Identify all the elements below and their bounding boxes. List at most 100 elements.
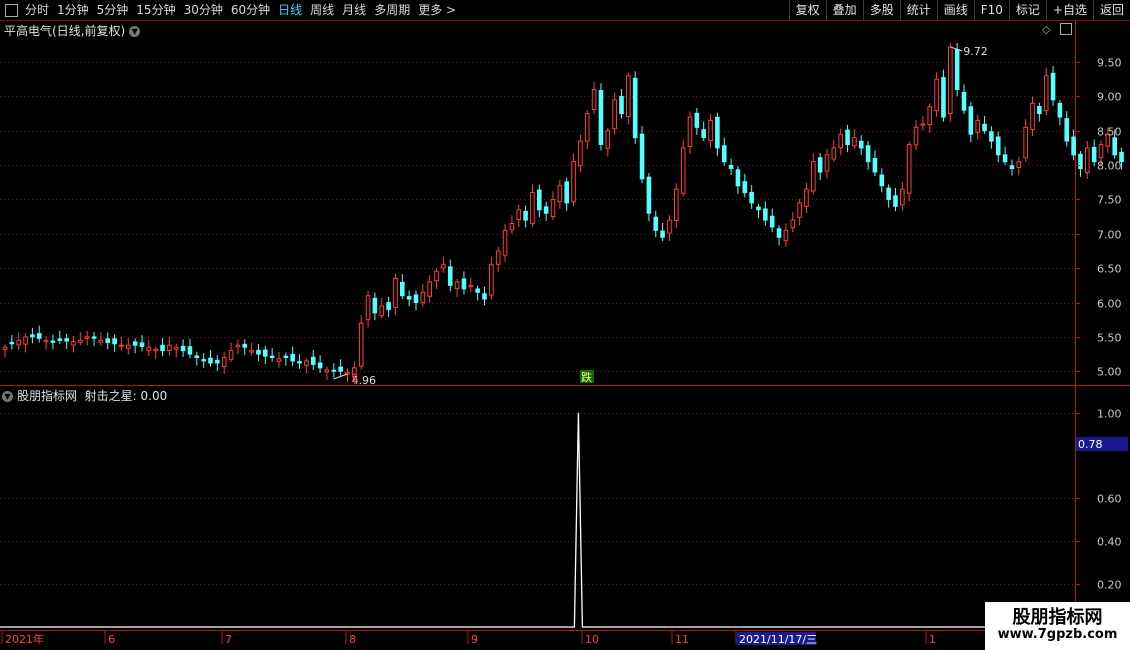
date-label: 11 (675, 633, 689, 646)
candle-body (708, 119, 713, 142)
diamond-icon[interactable]: ◇ (1042, 23, 1050, 36)
candle-body (1098, 144, 1104, 159)
period-tab[interactable]: 日线 (274, 0, 306, 20)
period-tab[interactable]: 30分钟 (180, 0, 227, 20)
candle-body (146, 346, 152, 351)
candle-body (1091, 146, 1097, 163)
high-pointer (950, 46, 963, 52)
candle-body (173, 346, 179, 350)
candle-body (1016, 161, 1022, 168)
period-tab[interactable]: 月线 (338, 0, 370, 20)
candle-body (50, 340, 56, 343)
candle-body (249, 350, 254, 353)
candle-body (571, 161, 576, 203)
candle-body (735, 169, 741, 187)
candle-body (941, 77, 946, 118)
candle-body (680, 147, 686, 194)
candle-body (995, 136, 1001, 156)
candle-body (297, 361, 302, 364)
date-label: 6 (108, 633, 115, 646)
candle-body (831, 147, 837, 160)
candle-body (1043, 75, 1049, 112)
candle-body (112, 338, 117, 345)
candle-body (180, 345, 186, 352)
date-label: 1 (929, 633, 936, 646)
candle-body (461, 278, 467, 290)
toolbar-action-button[interactable]: 统计 (899, 0, 937, 20)
candle-body (1030, 102, 1035, 130)
candle-body (584, 113, 590, 142)
period-tab[interactable]: 多周期 (370, 0, 414, 20)
low-pointer (333, 373, 348, 380)
watermark-title: 股朋指标网 (1012, 607, 1103, 628)
indicator-title: ▼ 股朋指标网 射击之星: 0.00 (2, 387, 167, 404)
indicator-tick-label: 1.00 (1097, 408, 1122, 421)
candle-body (256, 349, 261, 355)
candle-body (886, 187, 891, 200)
period-toolbar: 分时 1分钟 5分钟 15分钟 30分钟 60分钟 日线 周线 月线 多周期 更多 > 复权 叠加 多股… (0, 0, 1130, 21)
indicator-name: 射击之星 (84, 389, 133, 403)
candle-body (968, 106, 974, 135)
period-tab[interactable]: 1分钟 (53, 0, 93, 20)
date-label: 9 (471, 633, 478, 646)
indicator-line (0, 412, 1075, 628)
candle-body (715, 116, 720, 149)
candle-body (646, 176, 652, 214)
candle-body (783, 229, 789, 242)
period-tab[interactable]: 更多 > (414, 0, 460, 20)
candle-body (468, 284, 474, 288)
high-price-label: 9.72 (963, 45, 988, 58)
candle-body (242, 343, 248, 348)
period-tab[interactable]: 5分钟 (93, 0, 133, 20)
candle-body (687, 116, 693, 148)
window-icon[interactable] (1060, 23, 1072, 35)
indicator-axis: 1.00 0.60 0.40 0.20 0.78 (1075, 408, 1128, 592)
watermark: 股朋指标网 www.7gpzb.com (985, 602, 1130, 650)
price-axis: 9.50 9.00 8.50 8.00 7.50 7.00 6.50 6.00 5.50 5.00 (1075, 57, 1122, 379)
toolbar-action-button[interactable]: 叠加 (825, 0, 863, 20)
candle-body (1009, 165, 1015, 170)
toolbar-action-button[interactable]: 画线 (936, 0, 974, 20)
candle-body (324, 369, 330, 373)
menu-square-icon[interactable] (5, 3, 18, 17)
candle-body (900, 188, 905, 206)
candle-body (352, 367, 357, 378)
candle-body (865, 145, 871, 163)
toolbar-action-button[interactable]: 标记 (1008, 0, 1046, 20)
toolbar-action-button[interactable]: +自选 (1045, 0, 1093, 20)
candle-body (564, 181, 570, 204)
candle-body (78, 339, 83, 343)
candle-body (804, 188, 809, 207)
period-tab-list: 分时 1分钟 5分钟 15分钟 30分钟 60分钟 日线 周线 月线 多周期 更多 > (21, 0, 460, 20)
candle-body (906, 144, 912, 194)
candle-body (591, 89, 597, 110)
toolbar-action-button[interactable]: 复权 (788, 0, 826, 20)
candle-body (701, 129, 707, 139)
period-tab[interactable]: 周线 (306, 0, 338, 20)
indicator-source: 股朋指标网 (17, 389, 78, 403)
period-tab[interactable]: 60分钟 (227, 0, 274, 20)
candle-body (1050, 72, 1056, 101)
candle-body (797, 202, 802, 218)
toolbar-action-button[interactable]: F10 (973, 0, 1009, 20)
candle-body (495, 250, 501, 265)
candle-body (776, 228, 782, 238)
candle-body (365, 295, 371, 321)
candle-body (927, 106, 933, 126)
period-tab[interactable]: 15分钟 (132, 0, 179, 20)
candle-body (674, 188, 679, 221)
candle-body (858, 140, 864, 149)
chevron-down-icon[interactable]: ▼ (129, 26, 141, 37)
candle-body (749, 191, 754, 204)
candle-body (790, 219, 796, 229)
toolbar-action-button[interactable]: 返回 (1092, 0, 1130, 20)
candle-body (502, 229, 508, 256)
candle-body (441, 264, 446, 269)
period-tab[interactable]: 分时 (21, 0, 53, 20)
candle-body (23, 336, 28, 345)
candle-body (228, 350, 234, 360)
candle-body (406, 296, 412, 300)
chevron-down-icon[interactable]: ▼ (2, 391, 13, 402)
toolbar-action-button[interactable]: 多股 (862, 0, 900, 20)
candle-body (1037, 106, 1042, 115)
